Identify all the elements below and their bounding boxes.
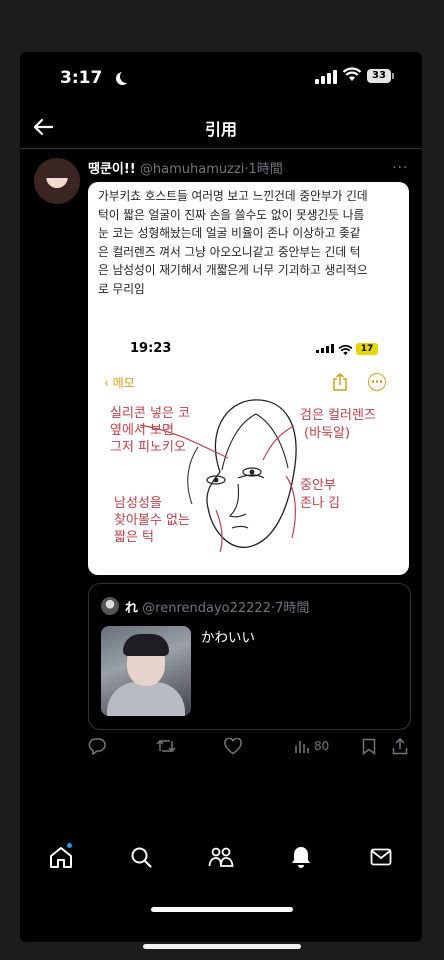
- memo-back-text: 메모: [112, 376, 135, 390]
- text-line: 로 무리임: [98, 281, 145, 296]
- bell-icon: [292, 847, 310, 868]
- note-nose-line3: 그저 피노키오: [110, 440, 186, 455]
- post-time[interactable]: 1時間: [249, 162, 283, 177]
- bookmark-icon: [362, 738, 376, 755]
- note-lens-line1: 검은 컬러렌즈: [300, 408, 376, 423]
- reply-button[interactable]: [88, 736, 106, 756]
- note-nose-line2: 옆에서 보면: [110, 423, 174, 438]
- memo-battery-icon: 17: [356, 343, 378, 355]
- tab-messages[interactable]: [366, 842, 396, 872]
- note-nose-line1: 실리콘 넣은 코: [110, 406, 191, 421]
- repost-icon: [156, 739, 176, 753]
- header-divider: [20, 148, 422, 149]
- more-options-button[interactable]: ···: [392, 160, 408, 176]
- text-line: 가부키쵸 호스트들 여러명 보고 느낀건데 중안부가 긴데: [98, 189, 368, 203]
- note-midface-line2: 존나 김: [300, 496, 341, 511]
- note-chin-line3: 짧은 턱: [114, 530, 155, 545]
- author-handle[interactable]: @hamuhamuzzi: [140, 162, 244, 177]
- note-midface-line1: 중안부: [300, 478, 336, 493]
- note-chin-line2: 찾아볼수 없는: [114, 513, 190, 528]
- wifi-icon: [342, 66, 362, 86]
- memo-wifi-icon: [338, 341, 353, 360]
- tab-communities[interactable]: [206, 842, 236, 872]
- tab-home[interactable]: [46, 842, 76, 872]
- text-line: 은 남성성이 재기해서 개짧은게 너무 기괴하고 생리적으: [98, 263, 368, 278]
- memo-status-time: 19:23: [130, 341, 172, 356]
- battery-icon: 33: [367, 69, 394, 83]
- tab-search[interactable]: [126, 842, 156, 872]
- text-line: 눈 코는 성형해놨는데 얼굴 비율이 존나 이상하고 좆같: [98, 226, 361, 241]
- post-image-text: 가부키쵸 호스트들 여러명 보고 느낀건데 중안부가 긴데 턱이 짧은 얼굴이 …: [98, 187, 399, 299]
- outer-home-indicator: [143, 944, 301, 949]
- author-avatar[interactable]: [34, 158, 80, 204]
- bottom-tab-bar: [20, 832, 422, 882]
- bookmark-button[interactable]: [362, 736, 376, 756]
- memo-back-label: ‹ 메모: [104, 374, 135, 391]
- ellipsis-icon: [368, 373, 386, 391]
- header-bar: 引用: [20, 108, 422, 148]
- text-line: 은 컬러렌즈 껴서 그냥 아오오니같고 중안부는 긴데 턱: [98, 244, 361, 259]
- chevron-left-icon: ‹: [104, 376, 113, 390]
- memo-signal-icon: [316, 344, 334, 353]
- tab-notifications[interactable]: [286, 842, 316, 872]
- quoted-time: 7時間: [275, 601, 310, 616]
- quoted-image: [101, 626, 191, 716]
- page-title: 引用: [204, 120, 237, 139]
- quoted-handle: @renrendayo22222: [142, 601, 271, 616]
- quoted-post[interactable]: れ @renrendayo22222·7時間 かわいい: [88, 583, 411, 730]
- views-icon: [295, 741, 309, 753]
- post-image[interactable]: 가부키쵸 호스트들 여러명 보고 느낀건데 중안부가 긴데 턱이 짧은 얼굴이 …: [88, 182, 409, 575]
- text-line: 턱이 짧은 얼굴이 진짜 손을 쓸수도 없이 못생긴듯 나름: [98, 207, 365, 222]
- phone-screen: 3:17 33 引用 땡쿤이!! @hamuhamuzzi·1時間 ··· 가부…: [20, 52, 422, 942]
- mail-icon: [370, 848, 392, 866]
- repost-button[interactable]: [156, 736, 176, 756]
- views-count: 80: [314, 739, 330, 753]
- communities-icon: [208, 847, 234, 867]
- status-time: 3:17: [60, 68, 103, 88]
- like-button[interactable]: [224, 736, 242, 756]
- note-lens-line2: (바둑알): [304, 426, 351, 441]
- views-button[interactable]: 80: [294, 736, 329, 756]
- home-icon: [50, 847, 72, 868]
- heart-icon: [224, 737, 242, 754]
- quoted-avatar: [101, 597, 119, 615]
- reply-icon: [88, 738, 106, 755]
- home-notification-dot: [67, 843, 72, 848]
- moon-icon: [120, 70, 133, 83]
- signal-icon: [315, 70, 337, 84]
- quoted-text: かわいい: [201, 630, 255, 646]
- note-chin-line1: 남성성을: [114, 496, 162, 511]
- action-bar: 80: [88, 736, 409, 756]
- quoted-name: れ: [125, 601, 139, 616]
- home-indicator: [151, 907, 293, 912]
- quoted-header: れ @renrendayo22222·7時間: [125, 597, 309, 616]
- share-upload-icon: [392, 737, 408, 754]
- post-header: 땡쿤이!! @hamuhamuzzi·1時間: [88, 158, 283, 177]
- share-button[interactable]: [392, 736, 408, 756]
- author-name[interactable]: 땡쿤이!!: [88, 162, 136, 177]
- search-icon: [131, 847, 152, 868]
- status-bar: 3:17 33: [20, 52, 422, 108]
